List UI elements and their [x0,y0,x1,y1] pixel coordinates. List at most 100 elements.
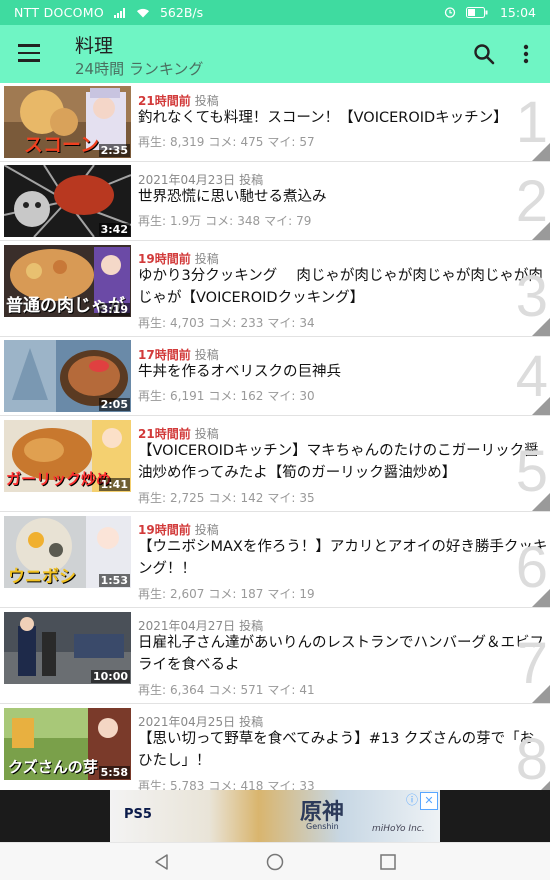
signal-icon [114,6,126,21]
posted-date: 2021年04月23日 [138,173,236,187]
video-thumbnail[interactable]: 10:00 [4,612,131,684]
video-duration: 3:42 [98,223,130,236]
video-stats: 再生: 8,319 コメ: 475 マイ: 57 [138,133,319,150]
recents-icon[interactable] [378,852,398,872]
video-thumbnail[interactable]: ガーリック炒め 1:41 [4,420,131,492]
comments-label: コメ: [208,135,237,149]
posted-label: 投稿 [239,619,264,633]
video-thumbnail[interactable]: スコーン 2:35 [4,86,131,158]
rank-corner-marker [532,781,550,790]
views-label: 再生: [138,135,167,149]
thumbnail-caption: ウニボシ [8,567,76,587]
video-stats: 再生: 5,783 コメ: 418 マイ: 33 [138,777,319,790]
mylists-count: 41 [299,683,315,697]
ranking-list: スコーン 2:35 21時間前 投稿 釣れなくても料理！スコーン！【VOICERO… [0,83,550,790]
video-title[interactable]: 釣れなくても料理！スコーン！【VOICEROIDキッチン】 [138,107,548,129]
comments-label: コメ: [208,316,237,330]
video-thumbnail[interactable]: クズさんの芽 5:58 [4,708,131,780]
ad-publisher: miHoYo Inc. [372,824,425,834]
video-duration: 2:35 [98,144,130,157]
video-duration: 5:58 [98,766,130,779]
back-icon[interactable] [152,852,172,872]
views-count: 6,364 [170,683,205,697]
more-vert-icon[interactable] [516,42,536,66]
ad-creative[interactable]: PS5 原神 Genshin miHoYo Inc. ⓘ ✕ [110,790,440,842]
video-stats: 再生: 6,364 コメ: 571 マイ: 41 [138,681,319,698]
mylists-label: マイ: [267,389,296,403]
page-title: 料理 [75,35,114,57]
ad-close-icon[interactable]: ✕ [420,792,438,810]
rank-corner-marker [532,493,550,511]
comments-label: コメ: [205,214,234,228]
views-count: 8,319 [170,135,205,149]
views-label: 再生: [138,214,167,228]
video-title[interactable]: 【思い切って野草を食べてみよう】#13 クズさんの芽で「おひたし」！ [138,728,548,772]
views-label: 再生: [138,389,167,403]
thumbnail-caption: クズさんの芽 [8,758,98,776]
video-title[interactable]: 牛丼を作るオベリスクの巨神兵 [138,361,548,383]
comments-count: 571 [240,683,264,697]
video-stats: 再生: 6,191 コメ: 162 マイ: 30 [138,387,319,404]
posted-label: 投稿 [239,173,264,187]
video-thumbnail[interactable]: 3:42 [4,165,131,237]
mylists-count: 35 [299,491,315,505]
video-duration: 1:41 [98,478,130,491]
video-thumbnail[interactable]: ウニボシ 1:53 [4,516,131,588]
video-thumbnail[interactable]: 2:05 [4,340,131,412]
ad-info-icon[interactable]: ⓘ [404,792,420,808]
network-speed: 562B/s [159,5,204,20]
comments-label: コメ: [208,683,237,697]
views-count: 2,725 [170,491,205,505]
video-row-6[interactable]: ウニボシ 1:53 19時間前 投稿 【ウニボシMAXを作ろう！】アカリとアオイの… [0,512,550,608]
app-bar: 料理 24時間 ランキング [0,25,550,83]
rank-corner-marker [532,318,550,336]
video-duration: 1:53 [98,574,130,587]
video-title[interactable]: ゆかり3分クッキング 肉じゃが肉じゃが肉じゃが肉じゃが肉じゃが【VOICEROI… [138,265,548,309]
status-bar: NTT DOCOMO 562B/s 15:04 [0,0,550,25]
posted-ago: 19時間前 [138,252,191,266]
video-row-1[interactable]: スコーン 2:35 21時間前 投稿 釣れなくても料理！スコーン！【VOICERO… [0,83,550,162]
mylists-count: 33 [299,779,315,790]
ad-banner: PS5 原神 Genshin miHoYo Inc. ⓘ ✕ [0,790,550,842]
comments-label: コメ: [208,587,237,601]
video-row-4[interactable]: 2:05 17時間前 投稿 牛丼を作るオベリスクの巨神兵 再生: 6,191 コメ: 1… [0,337,550,416]
video-stats: 再生: 2,607 コメ: 187 マイ: 19 [138,585,319,602]
battery-icon [465,6,488,21]
video-duration: 10:00 [90,670,130,683]
views-label: 再生: [138,316,167,330]
views-count: 4,703 [170,316,205,330]
video-thumbnail[interactable]: 普通の肉じゃが 3:19 [4,245,131,317]
system-navigation-bar [0,842,550,880]
home-icon[interactable] [265,852,285,872]
video-title[interactable]: 【ウニボシMAXを作ろう！】アカリとアオイの好き勝手クッキング！！ [138,536,548,580]
video-title[interactable]: 【VOICEROIDキッチン】マキちゃんのたけのこガーリック醤油炒め作ってみたよ… [138,440,548,484]
video-row-5[interactable]: ガーリック炒め 1:41 21時間前 投稿 【VOICEROIDキッチン】マキちゃ… [0,416,550,512]
views-count: 1.9万 [170,214,202,228]
mylists-label: マイ: [264,214,293,228]
rank-corner-marker [532,685,550,703]
views-label: 再生: [138,587,167,601]
posted-label: 投稿 [239,715,264,729]
page-subtitle: 24時間 ランキング [75,60,204,78]
posted-ago: 21時間前 [138,94,191,108]
views-label: 再生: [138,491,167,505]
posted-label: 投稿 [194,94,219,108]
mylists-count: 34 [299,316,315,330]
video-row-8[interactable]: クズさんの芽 5:58 2021年04月25日 投稿 【思い切って野草を食べてみよ… [0,704,550,790]
posted-label: 投稿 [194,252,219,266]
video-row-7[interactable]: 10:00 2021年04月27日 投稿 日雇礼子さん達があいりんのレストランでハ… [0,608,550,704]
video-duration: 3:19 [98,303,130,316]
posted-label: 投稿 [194,523,219,537]
menu-icon[interactable] [18,44,40,62]
video-title[interactable]: 世界恐慌に思い馳せる煮込み [138,186,548,208]
video-title[interactable]: 日雇礼子さん達があいりんのレストランでハンバーグ＆エビフライを食べるよ [138,632,548,676]
views-label: 再生: [138,683,167,697]
ad-brand-subtitle: Genshin [306,822,339,831]
mylists-count: 30 [299,389,315,403]
search-icon[interactable] [472,42,496,66]
comments-count: 142 [240,491,264,505]
rank-corner-marker [532,143,550,161]
video-row-2[interactable]: 3:42 2021年04月23日 投稿 世界恐慌に思い馳せる煮込み 再生: 1.9万… [0,162,550,241]
ad-ps5-logo: PS5 [124,807,152,822]
video-row-3[interactable]: 普通の肉じゃが 3:19 19時間前 投稿 ゆかり3分クッキング 肉じゃが肉じゃが… [0,241,550,337]
